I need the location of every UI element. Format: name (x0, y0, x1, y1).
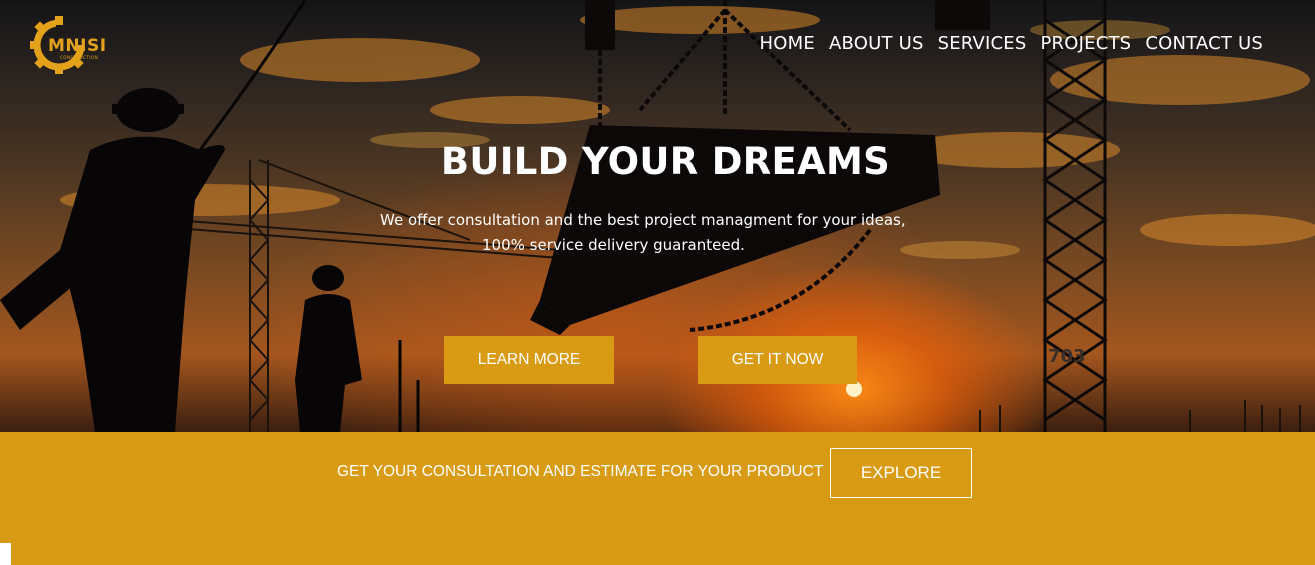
explore-button[interactable]: EXPLORE (830, 448, 972, 498)
hero-subtitle: We offer consultation and the best proje… (380, 208, 950, 258)
brand-logo[interactable]: MNISI CONSTRUCTION (30, 16, 110, 74)
main-nav: HOME ABOUT US SERVICES PROJECTS CONTACT … (760, 33, 1263, 54)
cta-band: GET YOUR CONSULTATION AND ESTIMATE FOR Y… (0, 432, 1315, 565)
nav-item-projects[interactable]: PROJECTS (1041, 33, 1132, 54)
nav-item-services[interactable]: SERVICES (938, 33, 1027, 54)
cta-text: GET YOUR CONSULTATION AND ESTIMATE FOR Y… (337, 463, 824, 480)
crane-marking: 703 (1048, 346, 1086, 367)
nav-item-about-us[interactable]: ABOUT US (829, 33, 924, 54)
nav-item-home[interactable]: HOME (760, 33, 815, 54)
nav-item-contact-us[interactable]: CONTACT US (1145, 33, 1263, 54)
hero-headline: BUILD YOUR DREAMS (440, 140, 891, 183)
hero-section: 703 MNISI CONSTRUCTION HOME ABOUT US SER… (0, 0, 1315, 432)
hero-subtitle-line1: We offer consultation and the best proje… (380, 211, 906, 229)
corner-artifact (0, 543, 11, 565)
brand-name: MNISI (48, 36, 107, 56)
learn-more-button[interactable]: LEARN MORE (444, 336, 614, 384)
get-it-now-button[interactable]: GET IT NOW (698, 336, 857, 384)
hero-subtitle-line2: 100% service delivery guaranteed. (482, 236, 745, 254)
brand-tagline: CONSTRUCTION (60, 55, 99, 60)
